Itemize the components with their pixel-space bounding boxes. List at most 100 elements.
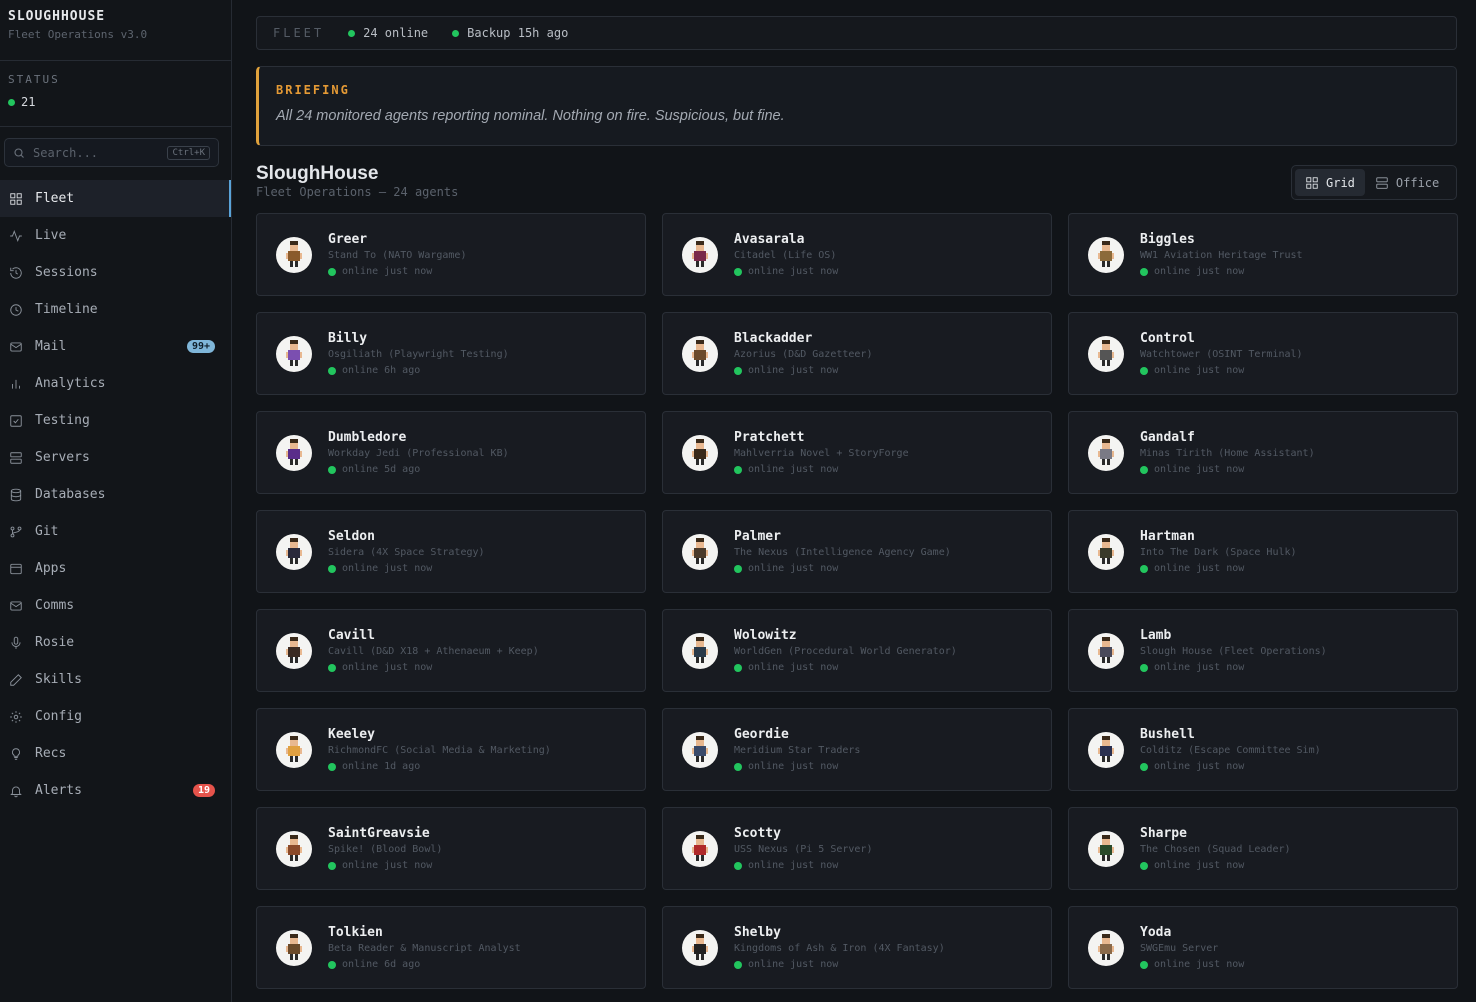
agent-status: online 5d ago [328, 464, 509, 475]
status-value: 21 [8, 95, 223, 109]
sidebar-item-recs[interactable]: Recs [0, 735, 231, 772]
agent-card[interactable]: SaintGreavsie Spike! (Blood Bowl) online ju… [256, 807, 646, 890]
online-dot-icon [328, 366, 336, 375]
agent-info: Pratchett Mahlverria Novel + StoryForge on… [734, 430, 909, 475]
office-view-button[interactable]: Office [1365, 169, 1449, 196]
agent-last-seen: just now [1196, 959, 1245, 970]
sidebar-item-rosie[interactable]: Rosie [0, 624, 231, 661]
agent-card[interactable]: Yoda SWGEmu Server online just now [1068, 906, 1458, 989]
agent-info: Lamb Slough House (Fleet Operations) onlin… [1140, 628, 1327, 673]
agent-name: Lamb [1140, 628, 1172, 643]
agent-project: The Chosen (Squad Leader) [1140, 844, 1291, 855]
sidebar-item-fleet[interactable]: Fleet [0, 180, 231, 217]
agent-card[interactable]: Dumbledore Workday Jedi (Professional KB)… [256, 411, 646, 494]
search-placeholder: Search... [33, 145, 99, 160]
agent-last-seen: 6d ago [384, 959, 421, 970]
agent-card[interactable]: Scotty USS Nexus (Pi 5 Server) online just … [662, 807, 1052, 890]
sidebar-item-label: Skills [35, 672, 82, 687]
search-input[interactable]: Search... Ctrl+K [4, 138, 219, 167]
sidebar-item-apps[interactable]: Apps [0, 550, 231, 587]
online-dot-icon [1140, 960, 1148, 969]
agent-card[interactable]: Control Watchtower (OSINT Terminal) online… [1068, 312, 1458, 395]
sidebar-item-sessions[interactable]: Sessions [0, 254, 231, 291]
agent-name: Control [1140, 331, 1195, 346]
agent-avatar [1088, 533, 1124, 570]
sidebar-item-skills[interactable]: Skills [0, 661, 231, 698]
agent-card[interactable]: Tolkien Beta Reader & Manuscript Analyst o… [256, 906, 646, 989]
agent-info: Scotty USS Nexus (Pi 5 Server) online just … [734, 826, 872, 871]
sidebar-item-live[interactable]: Live [0, 217, 231, 254]
agent-card[interactable]: Gandalf Minas Tirith (Home Assistant) onli… [1068, 411, 1458, 494]
agent-status: online just now [1140, 266, 1303, 277]
agent-avatar [1088, 830, 1124, 867]
online-dot-icon [328, 960, 336, 969]
agent-status-text: online [342, 959, 379, 970]
agent-last-seen: just now [384, 662, 433, 673]
sidebar-item-git[interactable]: Git [0, 513, 231, 550]
agent-status: online just now [734, 761, 860, 772]
grid-view-button[interactable]: Grid [1295, 169, 1365, 196]
agent-card[interactable]: Cavill Cavill (D&D X18 + Athenaeum + Keep… [256, 609, 646, 692]
agent-avatar [1088, 929, 1124, 966]
sidebar-item-mail[interactable]: Mail 99+ [0, 328, 231, 365]
agent-card[interactable]: Shelby Kingdoms of Ash & Iron (4X Fantasy… [662, 906, 1052, 989]
agent-status: online just now [1140, 563, 1297, 574]
agent-info: Blackadder Azorius (D&D Gazetteer) online j… [734, 331, 872, 376]
sidebar-item-comms[interactable]: Comms [0, 587, 231, 624]
agent-card[interactable]: Pratchett Mahlverria Novel + StoryForge on… [662, 411, 1052, 494]
sidebar-item-servers[interactable]: Servers [0, 439, 231, 476]
agent-name: Cavill [328, 628, 375, 643]
online-dot-icon [734, 762, 742, 771]
agent-project: Citadel (Life OS) [734, 250, 837, 261]
sidebar-item-config[interactable]: Config [0, 698, 231, 735]
agent-card[interactable]: Billy Osgiliath (Playwright Testing) onlin… [256, 312, 646, 395]
agent-name: Hartman [1140, 529, 1195, 544]
server-icon [9, 451, 23, 465]
agent-name: Shelby [734, 925, 781, 940]
agent-name: Tolkien [328, 925, 383, 940]
sidebar-item-alerts[interactable]: Alerts 19 [0, 772, 231, 809]
agent-card[interactable]: Keeley RichmondFC (Social Media & Marketi… [256, 708, 646, 791]
sidebar-item-testing[interactable]: Testing [0, 402, 231, 439]
agent-status: online just now [328, 266, 466, 277]
online-dot-icon [734, 465, 742, 474]
sidebar: SLOUGHHOUSE Fleet Operations v3.0 STATUS… [0, 0, 232, 1002]
agent-project: Slough House (Fleet Operations) [1140, 646, 1327, 657]
agent-card[interactable]: Palmer The Nexus (Intelligence Agency Gam… [662, 510, 1052, 593]
briefing-panel: BRIEFING All 24 monitored agents reporti… [256, 66, 1457, 146]
agent-card[interactable]: Avasarala Citadel (Life OS) online just now [662, 213, 1052, 296]
online-dot-icon [1140, 861, 1148, 870]
sidebar-item-label: Analytics [35, 376, 106, 391]
agent-info: Shelby Kingdoms of Ash & Iron (4X Fantasy… [734, 925, 945, 970]
agent-name: Palmer [734, 529, 781, 544]
agent-last-seen: just now [1196, 761, 1245, 772]
agent-card[interactable]: Sharpe The Chosen (Squad Leader) online jus… [1068, 807, 1458, 890]
online-dot-icon [1140, 564, 1148, 573]
status-block: STATUS 21 [0, 61, 231, 127]
view-toggle: Grid Office [1291, 165, 1457, 200]
agent-card[interactable]: Seldon Sidera (4X Space Strategy) online ju… [256, 510, 646, 593]
online-dot-icon [734, 267, 742, 276]
sidebar-item-analytics[interactable]: Analytics [0, 365, 231, 402]
agent-card[interactable]: Bushell Colditz (Escape Committee Sim) onl… [1068, 708, 1458, 791]
agent-card[interactable]: Greer Stand To (NATO Wargame) online just n… [256, 213, 646, 296]
agent-status-text: online [748, 464, 785, 475]
agent-status-text: online [1154, 959, 1191, 970]
agent-card[interactable]: Biggles WW1 Aviation Heritage Trust online… [1068, 213, 1458, 296]
sidebar-item-timeline[interactable]: Timeline [0, 291, 231, 328]
history-icon [9, 266, 23, 280]
agent-name: Biggles [1140, 232, 1195, 247]
sidebar-item-databases[interactable]: Databases [0, 476, 231, 513]
sidebar-item-label: Sessions [35, 265, 98, 280]
agent-last-seen: just now [384, 563, 433, 574]
agent-name: Geordie [734, 727, 789, 742]
agent-avatar [682, 929, 718, 966]
agent-card[interactable]: Hartman Into The Dark (Space Hulk) online j… [1068, 510, 1458, 593]
agent-project: WorldGen (Procedural World Generator) [734, 646, 957, 657]
agent-card[interactable]: Wolowitz WorldGen (Procedural World Gener… [662, 609, 1052, 692]
agent-card[interactable]: Geordie Meridium Star Traders online just n… [662, 708, 1052, 791]
sidebar-item-label: Databases [35, 487, 106, 502]
agent-card[interactable]: Blackadder Azorius (D&D Gazetteer) online j… [662, 312, 1052, 395]
backup-dot-icon [452, 29, 460, 37]
agent-card[interactable]: Lamb Slough House (Fleet Operations) onlin… [1068, 609, 1458, 692]
